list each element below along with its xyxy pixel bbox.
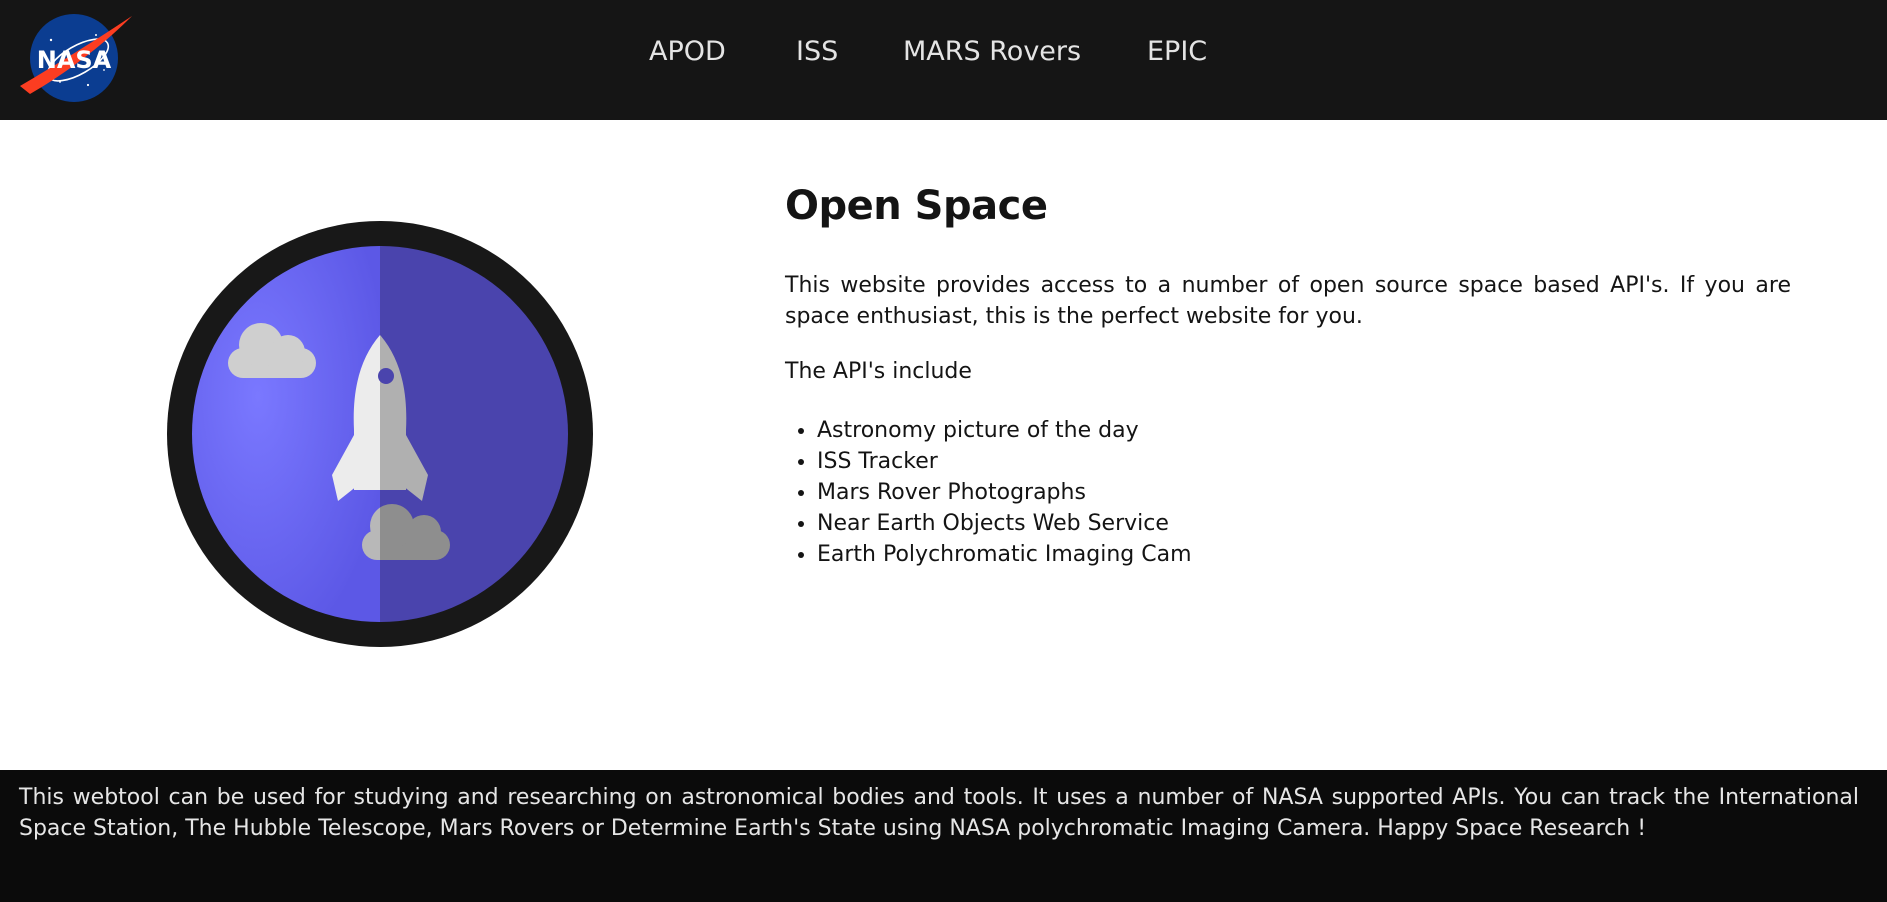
api-list-intro: The API's include [785,359,972,384]
list-item: Near Earth Objects Web Service [817,508,1791,539]
list-item: Earth Polychromatic Imaging Cam [817,539,1791,570]
intro-description: This website provides access to a number… [785,273,1791,329]
nav-epic[interactable]: EPIC [1147,30,1207,74]
footer-text: This webtool can be used for studying an… [19,785,1859,841]
nav-apod[interactable]: APOD [649,30,726,74]
top-navbar: NASA APOD ISS MARS Rovers EPIC [0,0,1887,120]
footer: This webtool can be used for studying an… [0,770,1887,902]
list-item: ISS Tracker [817,446,1791,477]
rocket-illustration [166,220,594,648]
page-title: Open Space [785,183,1048,229]
nav-mars-rovers[interactable]: MARS Rovers [903,30,1081,74]
intro-section: Open Space This website provides access … [785,170,1791,570]
main-navigation: APOD ISS MARS Rovers EPIC [0,30,1887,74]
list-item: Astronomy picture of the day [817,415,1791,446]
list-item: Mars Rover Photographs [817,477,1791,508]
nav-iss[interactable]: ISS [796,30,838,74]
rocket-icon [167,221,593,647]
api-list: Astronomy picture of the day ISS Tracker… [785,415,1791,570]
